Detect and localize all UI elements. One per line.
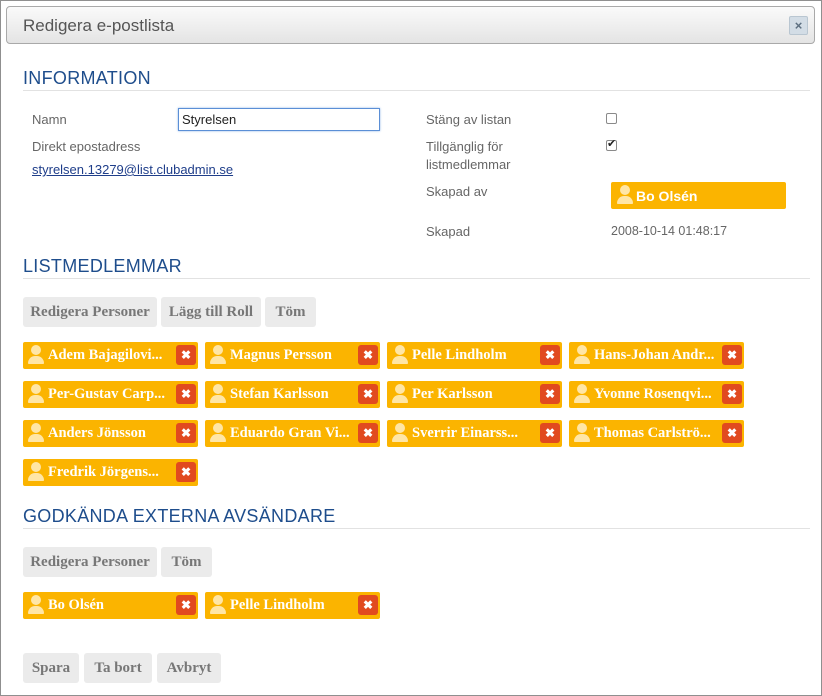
save-button[interactable]: Spara — [23, 653, 79, 683]
person-icon — [573, 345, 591, 365]
person-icon — [209, 595, 227, 615]
sender-tag[interactable]: Pelle Lindholm ✖ — [205, 592, 380, 619]
member-tag[interactable]: Per Karlsson ✖ — [387, 381, 562, 408]
created-by-tag[interactable]: Bo Olsén — [611, 182, 786, 209]
external-senders-heading: GODKÄNDA EXTERNA AVSÄNDARE — [23, 506, 336, 526]
external-senders-divider — [23, 528, 810, 529]
member-tag[interactable]: Sverrir Einarss... ✖ — [387, 420, 562, 447]
dialog-title: Redigera e-postlista — [23, 16, 175, 35]
direct-email-label: Direkt epostadress — [32, 139, 141, 154]
person-icon — [27, 595, 45, 615]
member-name: Hans-Johan Andr... — [594, 347, 715, 363]
person-icon — [27, 384, 45, 404]
edit-persons-button[interactable]: Redigera Personer — [23, 297, 157, 327]
member-tag[interactable]: Eduardo Gran Vi... ✖ — [205, 420, 380, 447]
created-by-label: Skapad av — [426, 184, 488, 199]
member-tag[interactable]: Pelle Lindholm ✖ — [387, 342, 562, 369]
member-tag[interactable]: Fredrik Jörgens... ✖ — [23, 459, 198, 486]
member-name: Stefan Karlsson — [230, 386, 329, 402]
close-icon: × — [794, 18, 803, 33]
remove-icon[interactable]: ✖ — [176, 595, 196, 615]
person-icon — [391, 423, 409, 443]
remove-icon[interactable]: ✖ — [176, 462, 196, 482]
member-tag[interactable]: Adem Bajagilovi... ✖ — [23, 342, 198, 369]
remove-icon[interactable]: ✖ — [358, 595, 378, 615]
person-icon — [573, 423, 591, 443]
member-name: Thomas Carlströ... — [594, 425, 711, 441]
person-icon — [391, 345, 409, 365]
created-label: Skapad — [426, 224, 471, 239]
delete-button[interactable]: Ta bort — [84, 653, 152, 683]
remove-icon[interactable]: ✖ — [722, 423, 742, 443]
remove-icon[interactable]: ✖ — [722, 384, 742, 404]
available-checkbox[interactable]: ✔ — [606, 138, 617, 151]
checkmark-icon: ✔ — [607, 138, 617, 150]
dialog-titlebar: Redigera e-postlista × — [6, 6, 815, 44]
available-label-line2: listmedlemmar — [426, 157, 511, 172]
clear-senders-button[interactable]: Töm — [161, 547, 212, 577]
created-by-name: Bo Olsén — [636, 188, 698, 204]
add-role-button[interactable]: Lägg till Roll — [161, 297, 261, 327]
person-icon — [27, 423, 45, 443]
member-name: Per Karlsson — [412, 386, 493, 402]
member-name: Magnus Persson — [230, 347, 332, 363]
clear-members-button[interactable]: Töm — [265, 297, 316, 327]
name-input[interactable] — [178, 108, 380, 131]
member-name: Anders Jönsson — [48, 425, 146, 441]
remove-icon[interactable]: ✖ — [358, 423, 378, 443]
remove-icon[interactable]: ✖ — [358, 345, 378, 365]
close-list-checkbox[interactable] — [606, 113, 617, 124]
person-icon — [616, 185, 634, 205]
member-tag[interactable]: Anders Jönsson ✖ — [23, 420, 198, 447]
member-name: Per-Gustav Carp... — [48, 386, 166, 402]
remove-icon[interactable]: ✖ — [176, 345, 196, 365]
member-name: Fredrik Jörgens... — [48, 464, 159, 480]
list-members-heading: LISTMEDLEMMAR — [23, 256, 182, 276]
close-list-label: Stäng av listan — [426, 112, 512, 127]
member-tag[interactable]: Magnus Persson ✖ — [205, 342, 380, 369]
member-tag[interactable]: Yvonne Rosenqvi... ✖ — [569, 381, 744, 408]
member-name: Pelle Lindholm — [412, 347, 507, 363]
person-icon — [209, 423, 227, 443]
remove-icon[interactable]: ✖ — [540, 423, 560, 443]
close-button[interactable]: × — [789, 16, 808, 35]
created-value: 2008-10-14 01:48:17 — [611, 224, 728, 238]
remove-icon[interactable]: ✖ — [176, 384, 196, 404]
person-icon — [27, 345, 45, 365]
remove-icon[interactable]: ✖ — [722, 345, 742, 365]
sender-name: Bo Olsén — [48, 597, 104, 613]
person-icon — [27, 462, 45, 482]
sender-name: Pelle Lindholm — [230, 597, 325, 613]
member-tag[interactable]: Thomas Carlströ... ✖ — [569, 420, 744, 447]
cancel-button[interactable]: Avbryt — [157, 653, 221, 683]
edit-senders-button[interactable]: Redigera Personer — [23, 547, 157, 577]
person-icon — [209, 345, 227, 365]
name-label: Namn — [32, 112, 67, 127]
direct-email-link[interactable]: styrelsen.13279@list.clubadmin.se — [32, 162, 233, 177]
member-tag[interactable]: Stefan Karlsson ✖ — [205, 381, 380, 408]
member-name: Yvonne Rosenqvi... — [594, 386, 712, 402]
remove-icon[interactable]: ✖ — [176, 423, 196, 443]
member-name: Adem Bajagilovi... — [48, 347, 163, 363]
sender-tag[interactable]: Bo Olsén ✖ — [23, 592, 198, 619]
member-tag[interactable]: Hans-Johan Andr... ✖ — [569, 342, 744, 369]
remove-icon[interactable]: ✖ — [540, 384, 560, 404]
member-name: Sverrir Einarss... — [412, 425, 519, 441]
person-icon — [573, 384, 591, 404]
member-tag[interactable]: Per-Gustav Carp... ✖ — [23, 381, 198, 408]
person-icon — [209, 384, 227, 404]
list-members-divider — [23, 278, 810, 279]
member-name: Eduardo Gran Vi... — [230, 425, 350, 441]
available-label-line1: Tillgänglig för — [426, 139, 503, 154]
remove-icon[interactable]: ✖ — [540, 345, 560, 365]
person-icon — [391, 384, 409, 404]
information-heading: INFORMATION — [23, 68, 151, 88]
remove-icon[interactable]: ✖ — [358, 384, 378, 404]
information-divider — [23, 90, 810, 91]
dialog: Redigera e-postlista × INFORMATION Namn … — [0, 0, 822, 696]
